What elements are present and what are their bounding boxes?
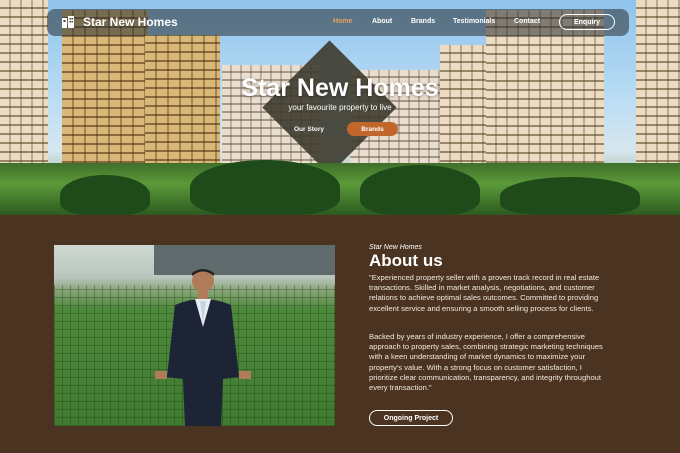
enquiry-button[interactable]: Enquiry: [559, 14, 615, 30]
hero-section: Star New Homes Home About Brands Testimo…: [0, 0, 680, 215]
nav-link-brands[interactable]: Brands: [411, 18, 435, 25]
top-navbar: Star New Homes Home About Brands Testimo…: [47, 9, 629, 36]
hero-title: Star New Homes: [241, 74, 439, 102]
about-paragraph-2: Backed by years of industry experience, …: [369, 332, 603, 393]
nav-link-home[interactable]: Home: [333, 18, 352, 25]
brand-name[interactable]: Star New Homes: [83, 15, 178, 29]
nav-link-testimonials[interactable]: Testimonials: [453, 18, 495, 25]
hero-tree: [360, 165, 480, 215]
about-eyebrow: Star New Homes: [369, 244, 422, 251]
hero-subtitle: your favourite property to live: [288, 103, 392, 112]
hero-tree: [60, 175, 150, 215]
hero-tree: [500, 177, 640, 215]
about-photo: [54, 245, 335, 426]
ongoing-project-button[interactable]: Ongoing Project: [369, 410, 453, 426]
about-title: About us: [369, 251, 443, 270]
nav-link-contact[interactable]: Contact: [514, 18, 540, 25]
about-paragraph-1: "Experienced property seller with a prov…: [369, 273, 600, 313]
brands-button[interactable]: Brands: [347, 122, 398, 136]
nav-link-about[interactable]: About: [372, 18, 392, 25]
person-photo: [155, 269, 251, 426]
our-story-button[interactable]: Our Story: [287, 122, 331, 136]
building-icon[interactable]: [61, 15, 75, 29]
hero-tree: [190, 160, 340, 215]
